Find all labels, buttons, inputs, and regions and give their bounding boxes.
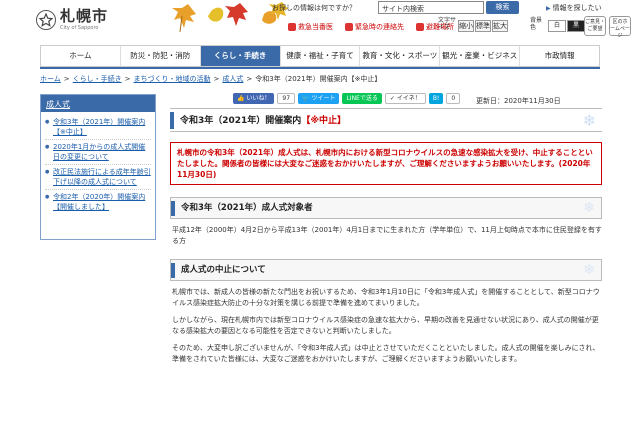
breadcrumb-coming-of-age[interactable]: 成人式 xyxy=(222,75,243,83)
ward-homepage-button[interactable]: 区のホームページ xyxy=(609,16,631,39)
eligibility-text: 平成12年（2000年）4月2日から平成13年（2001年）4月1日までに生まれ… xyxy=(172,226,602,245)
emergency-doctor-label: 救急当番医 xyxy=(298,23,333,31)
breadcrumb-community[interactable]: まちづくり・地域の活動 xyxy=(134,75,211,83)
sidebar: 成人式 令和3年（2021年）開催案内【※中止】 2020年1月からの成人式開催… xyxy=(40,94,156,240)
main-content: 令和3年（2021年）開催案内【※中止】 ❄ 札幌市の令和3年（2021年）成人… xyxy=(170,108,602,365)
cancellation-notice: 札幌市の令和3年（2021年）成人式は、札幌市内における新型コロナウイルスの急速… xyxy=(170,142,602,185)
cancellation-paragraph-2: しかしながら、現在札幌市内では新型コロナウイルス感染症の急速な拡大から、早期の改… xyxy=(172,316,599,335)
breadcrumb-home[interactable]: ホーム xyxy=(40,75,61,83)
nav-tourism-business[interactable]: 観光・産業・ビジネス xyxy=(440,46,521,66)
emergency-doctor-link[interactable]: 救急当番医 xyxy=(288,22,333,32)
font-standard-button[interactable]: 標準 xyxy=(475,20,491,32)
evacuation-icon xyxy=(416,23,424,31)
font-size-label: 文字サイズ xyxy=(438,17,457,31)
sidebar-item-date-change[interactable]: 2020年1月からの成人式開催日の変更について xyxy=(45,140,151,165)
feedback-button[interactable]: ご意見・ご要望 xyxy=(584,16,606,36)
tweet-button[interactable]: 🐦 ツイート xyxy=(298,93,340,104)
emergency-contact-link[interactable]: 緊急時の連絡先 xyxy=(345,22,404,32)
sidebar-item-2021-guide[interactable]: 令和3年（2021年）開催案内【※中止】 xyxy=(45,115,151,140)
breadcrumb: ホーム > くらし・手続き > まちづくり・地域の活動 > 成人式 > 令和3年（2021年）開… xyxy=(40,75,382,83)
utility-buttons: ご意見・ご要望 区のホームページ xyxy=(584,16,631,39)
social-share-bar: 👍 いいね！ 97 🐦 ツイート LINEで送る ✓ イイネ！ B! 0 xyxy=(233,93,461,104)
page-title-text: 令和3年（2021年）開催案内 xyxy=(180,116,302,126)
bg-black-button[interactable]: 黒 xyxy=(567,20,585,32)
bg-white-button[interactable]: 白 xyxy=(548,20,566,32)
page-title: 令和3年（2021年）開催案内【※中止】 ❄ xyxy=(170,108,602,132)
cancellation-paragraph-1: 札幌市では、新成人の皆様の新たな門出をお祝いするため、令和3年1月10日に「令和… xyxy=(172,288,600,307)
background-color-label: 背景色 xyxy=(530,17,543,31)
nav-health-welfare[interactable]: 健康・福祉・子育て xyxy=(281,46,361,66)
cancellation-paragraph-3: そのため、大変申し訳ございませんが、「令和3年成人式」は中止とさせていただくこと… xyxy=(172,344,600,363)
font-shrink-button[interactable]: 縮小 xyxy=(458,20,474,32)
site-logo[interactable]: 札幌市 City of Sapporo xyxy=(36,9,108,31)
nav-disaster-prevention[interactable]: 防災・防犯・消防 xyxy=(121,46,201,66)
city-emblem-icon xyxy=(36,10,56,30)
hatena-bookmark-count: 0 xyxy=(446,93,461,104)
nav-city-info[interactable]: 市政情報 xyxy=(520,46,599,66)
section-cancellation-title: 成人式の中止について xyxy=(181,265,266,275)
search-prompt: お探しの情報は何ですか？ xyxy=(272,4,356,12)
emergency-contact-label: 緊急時の連絡先 xyxy=(355,23,404,31)
sidebar-title[interactable]: 成人式 xyxy=(41,95,155,112)
sidebar-list: 令和3年（2021年）開催案内【※中止】 2020年1月からの成人式開催日の変更… xyxy=(41,112,155,217)
font-enlarge-button[interactable]: 拡大 xyxy=(492,20,508,32)
logo-subtitle: City of Sapporo xyxy=(60,25,99,31)
section-eligibility-heading: 令和3年（2021年）成人式対象者 ❄ xyxy=(170,197,602,219)
page-title-cancelled: 【※中止】 xyxy=(301,116,347,126)
phone-icon xyxy=(345,23,353,31)
breadcrumb-current: 令和3年（2021年）開催案内【※中止】 xyxy=(255,75,382,83)
line-share-button[interactable]: LINEで送る xyxy=(342,93,382,104)
sidebar-item-civil-code[interactable]: 改正民法施行による成年年齢引下げ以降の成人式について xyxy=(45,165,151,190)
hospital-icon xyxy=(288,23,296,31)
breadcrumb-living[interactable]: くらし・手続き xyxy=(73,75,122,83)
nav-divider xyxy=(40,67,600,69)
snowflake-icon: ❄ xyxy=(583,262,595,278)
facebook-like-count: 97 xyxy=(277,93,296,104)
find-info-link[interactable]: 情報を探したい xyxy=(546,3,602,13)
last-updated: 更新日：2020年11月30日 xyxy=(476,97,561,105)
nav-home[interactable]: ホーム xyxy=(41,46,121,66)
sidebar-item-2020-guide[interactable]: 令和2年（2020年）開催案内【開催しました】 xyxy=(45,190,151,214)
logo-text: 札幌市 xyxy=(60,7,109,25)
search-input[interactable]: サイト内検索 xyxy=(378,1,484,14)
nav-living-procedures[interactable]: くらし・手続き xyxy=(200,46,281,66)
hatena-bookmark-button[interactable]: B! xyxy=(428,93,444,104)
global-nav: ホーム 防災・防犯・消防 くらし・手続き 健康・福祉・子育て 教育・文化・スポー… xyxy=(40,45,600,67)
section-cancellation-heading: 成人式の中止について ❄ xyxy=(170,259,602,281)
section-eligibility-title: 令和3年（2021年）成人式対象者 xyxy=(181,203,313,213)
emergency-links: 救急当番医 緊急時の連絡先 避難場所 xyxy=(288,22,454,32)
font-size-controls: 縮小 標準 拡大 xyxy=(458,20,508,32)
search-button[interactable]: 検索 xyxy=(486,1,519,14)
mixi-iine-button[interactable]: ✓ イイネ！ xyxy=(384,93,426,104)
snowflake-icon: ❄ xyxy=(582,111,596,130)
facebook-like-button[interactable]: 👍 いいね！ xyxy=(233,93,275,104)
snowflake-icon: ❄ xyxy=(583,200,595,216)
nav-education-culture[interactable]: 教育・文化・スポーツ xyxy=(360,46,441,66)
site-header: 札幌市 City of Sapporo お探しの情報は何ですか？ サイト内検索 … xyxy=(0,0,640,42)
background-color-controls: 白 黒 xyxy=(548,20,585,32)
